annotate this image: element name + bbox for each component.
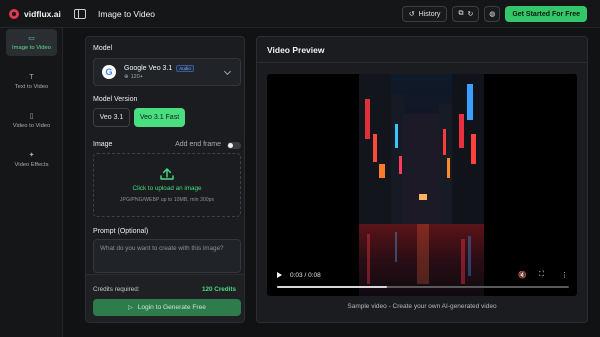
video-progress-bar[interactable] bbox=[277, 286, 569, 288]
upload-text: Click to upload an image bbox=[132, 184, 202, 192]
sidebar: ▭ Image to Video T Text to Video ▯ Video… bbox=[0, 28, 63, 337]
sidebar-item-label: Text to Video bbox=[14, 83, 49, 90]
model-version-label: Model Version bbox=[93, 96, 138, 103]
sidebar-item-video-to-video[interactable]: ▯ Video to Video bbox=[6, 107, 57, 134]
sparkle-icon: ✦ bbox=[28, 151, 35, 159]
model-label: Model bbox=[93, 45, 113, 52]
history-icon: ↺ bbox=[408, 11, 415, 18]
sidebar-item-image-to-video[interactable]: ▭ Image to Video bbox=[6, 29, 57, 56]
sidebar-item-label: Image to Video bbox=[12, 44, 51, 51]
brand[interactable]: vidflux.ai bbox=[0, 8, 63, 19]
credits-value: 120 Credits bbox=[202, 286, 236, 293]
main-area: Model G Google Veo 3.1 Audio ⊕ 120+ Mode… bbox=[63, 28, 600, 337]
history-button[interactable]: ↺ History bbox=[401, 6, 448, 22]
page-title: Image to Video bbox=[98, 8, 156, 19]
preview-caption: Sample video - Create your own AI-genera… bbox=[347, 303, 497, 310]
get-started-button[interactable]: Get Started For Free bbox=[505, 6, 587, 22]
credits-icon: ⊕ bbox=[124, 73, 129, 80]
upload-sub: JPG/PNG/WEBP up to 10MB, min 300px bbox=[119, 196, 215, 203]
generate-label: Login to Generate Free bbox=[137, 304, 206, 311]
generation-footer: Credits required: 120 Credits ▷ Login to… bbox=[86, 274, 244, 322]
history-label: History bbox=[418, 10, 441, 18]
chevron-down-icon bbox=[223, 67, 232, 76]
link-icon: ⧉ bbox=[458, 10, 464, 17]
brand-name: vidflux.ai bbox=[24, 8, 61, 19]
top-bar: vidflux.ai Image to Video ↺ History ⧉ ↻ … bbox=[0, 0, 600, 28]
more-options-icon[interactable]: ⋮ bbox=[561, 271, 568, 279]
model-select[interactable]: G Google Veo 3.1 Audio ⊕ 120+ bbox=[93, 58, 241, 86]
mute-icon[interactable]: 🔇 bbox=[518, 271, 527, 279]
video-player[interactable]: 0:03 / 0:08 🔇 ⛶ ⋮ bbox=[267, 74, 577, 296]
video-time: 0:03 / 0:08 bbox=[290, 272, 321, 279]
add-end-frame-toggle[interactable] bbox=[227, 142, 241, 149]
audio-badge: Audio bbox=[176, 64, 194, 72]
image-upload-zone[interactable]: Click to upload an image JPG/PNG/WEBP up… bbox=[93, 153, 241, 217]
video-preview-panel: Video Preview 0:03 / 0:08 🔇 ⛶ ⋮ Sample v… bbox=[256, 36, 588, 323]
brand-logo-icon bbox=[9, 8, 19, 19]
upload-icon bbox=[160, 167, 174, 180]
video-icon: ▭ bbox=[28, 34, 35, 42]
prompt-input[interactable]: What do you want to create with this ima… bbox=[93, 239, 241, 273]
video-preview-header: Video Preview bbox=[257, 37, 587, 63]
video-progress-fill bbox=[277, 286, 387, 288]
language-button[interactable]: ◍ bbox=[484, 6, 501, 22]
prompt-label: Prompt (Optional) bbox=[93, 228, 149, 235]
version-option-veo-3-1-fast[interactable]: Veo 3.1 Fast bbox=[134, 108, 185, 127]
sidebar-item-text-to-video[interactable]: T Text to Video bbox=[6, 68, 57, 95]
model-sub: 120+ bbox=[130, 73, 143, 80]
text-icon: T bbox=[29, 73, 34, 81]
image-label: Image bbox=[93, 141, 113, 148]
fullscreen-icon[interactable]: ⛶ bbox=[539, 271, 544, 279]
sidebar-item-video-effects[interactable]: ✦ Video Effects bbox=[6, 146, 57, 173]
credits-label: Credits required: bbox=[93, 286, 140, 293]
sidebar-toggle-icon[interactable] bbox=[74, 8, 86, 19]
link-refresh-button[interactable]: ⧉ ↻ bbox=[452, 6, 480, 22]
sidebar-item-label: Video Effects bbox=[14, 161, 49, 168]
sidebar-item-label: Video to Video bbox=[12, 122, 51, 129]
generation-form: Model G Google Veo 3.1 Audio ⊕ 120+ Mode… bbox=[85, 36, 245, 323]
login-to-generate-button[interactable]: ▷ Login to Generate Free bbox=[93, 299, 241, 316]
google-logo-icon: G bbox=[102, 65, 116, 79]
video-controls: 0:03 / 0:08 🔇 ⛶ ⋮ bbox=[267, 256, 577, 296]
globe-icon: ◍ bbox=[489, 11, 496, 18]
add-end-frame-label: Add end frame bbox=[175, 141, 221, 148]
refresh-icon: ↻ bbox=[467, 11, 474, 18]
file-icon: ▯ bbox=[29, 112, 34, 120]
play-button[interactable] bbox=[277, 272, 282, 278]
model-name: Google Veo 3.1 bbox=[124, 64, 173, 72]
version-option-veo-3-1[interactable]: Veo 3.1 bbox=[93, 108, 130, 127]
play-icon: ▷ bbox=[128, 305, 133, 311]
